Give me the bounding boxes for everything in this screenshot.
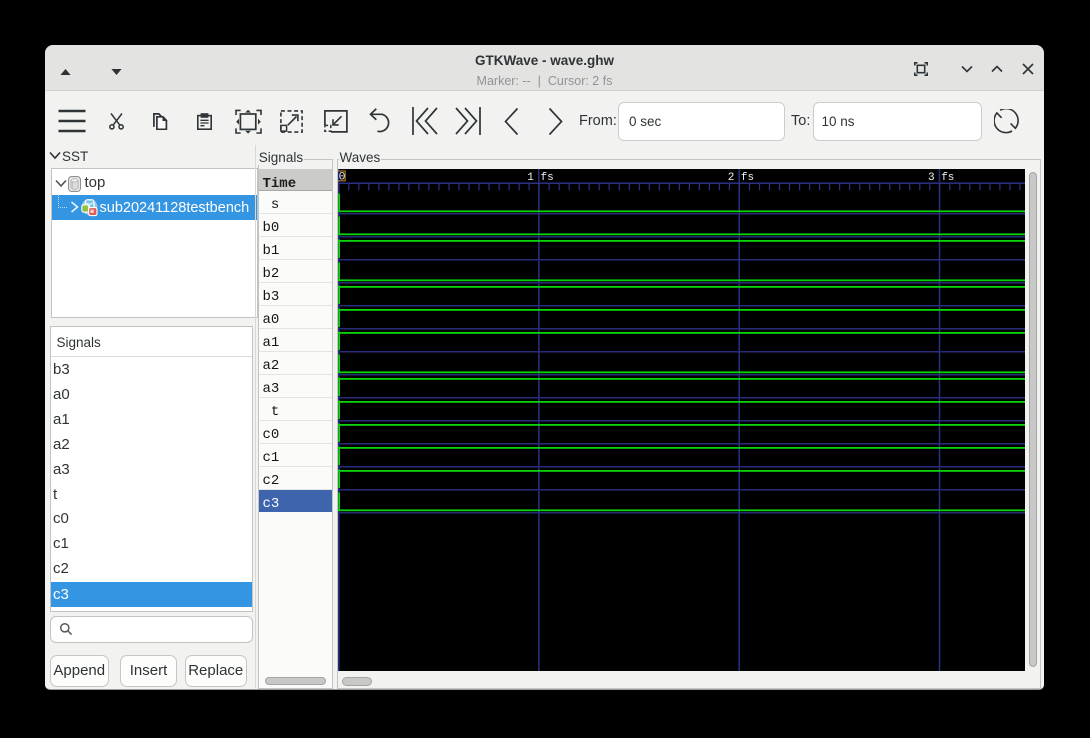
svg-text:3 fs: 3 fs — [928, 172, 954, 184]
svg-text:1 fs: 1 fs — [527, 172, 553, 184]
svg-text:2 fs: 2 fs — [727, 172, 753, 184]
svg-text:0: 0 — [338, 172, 345, 184]
